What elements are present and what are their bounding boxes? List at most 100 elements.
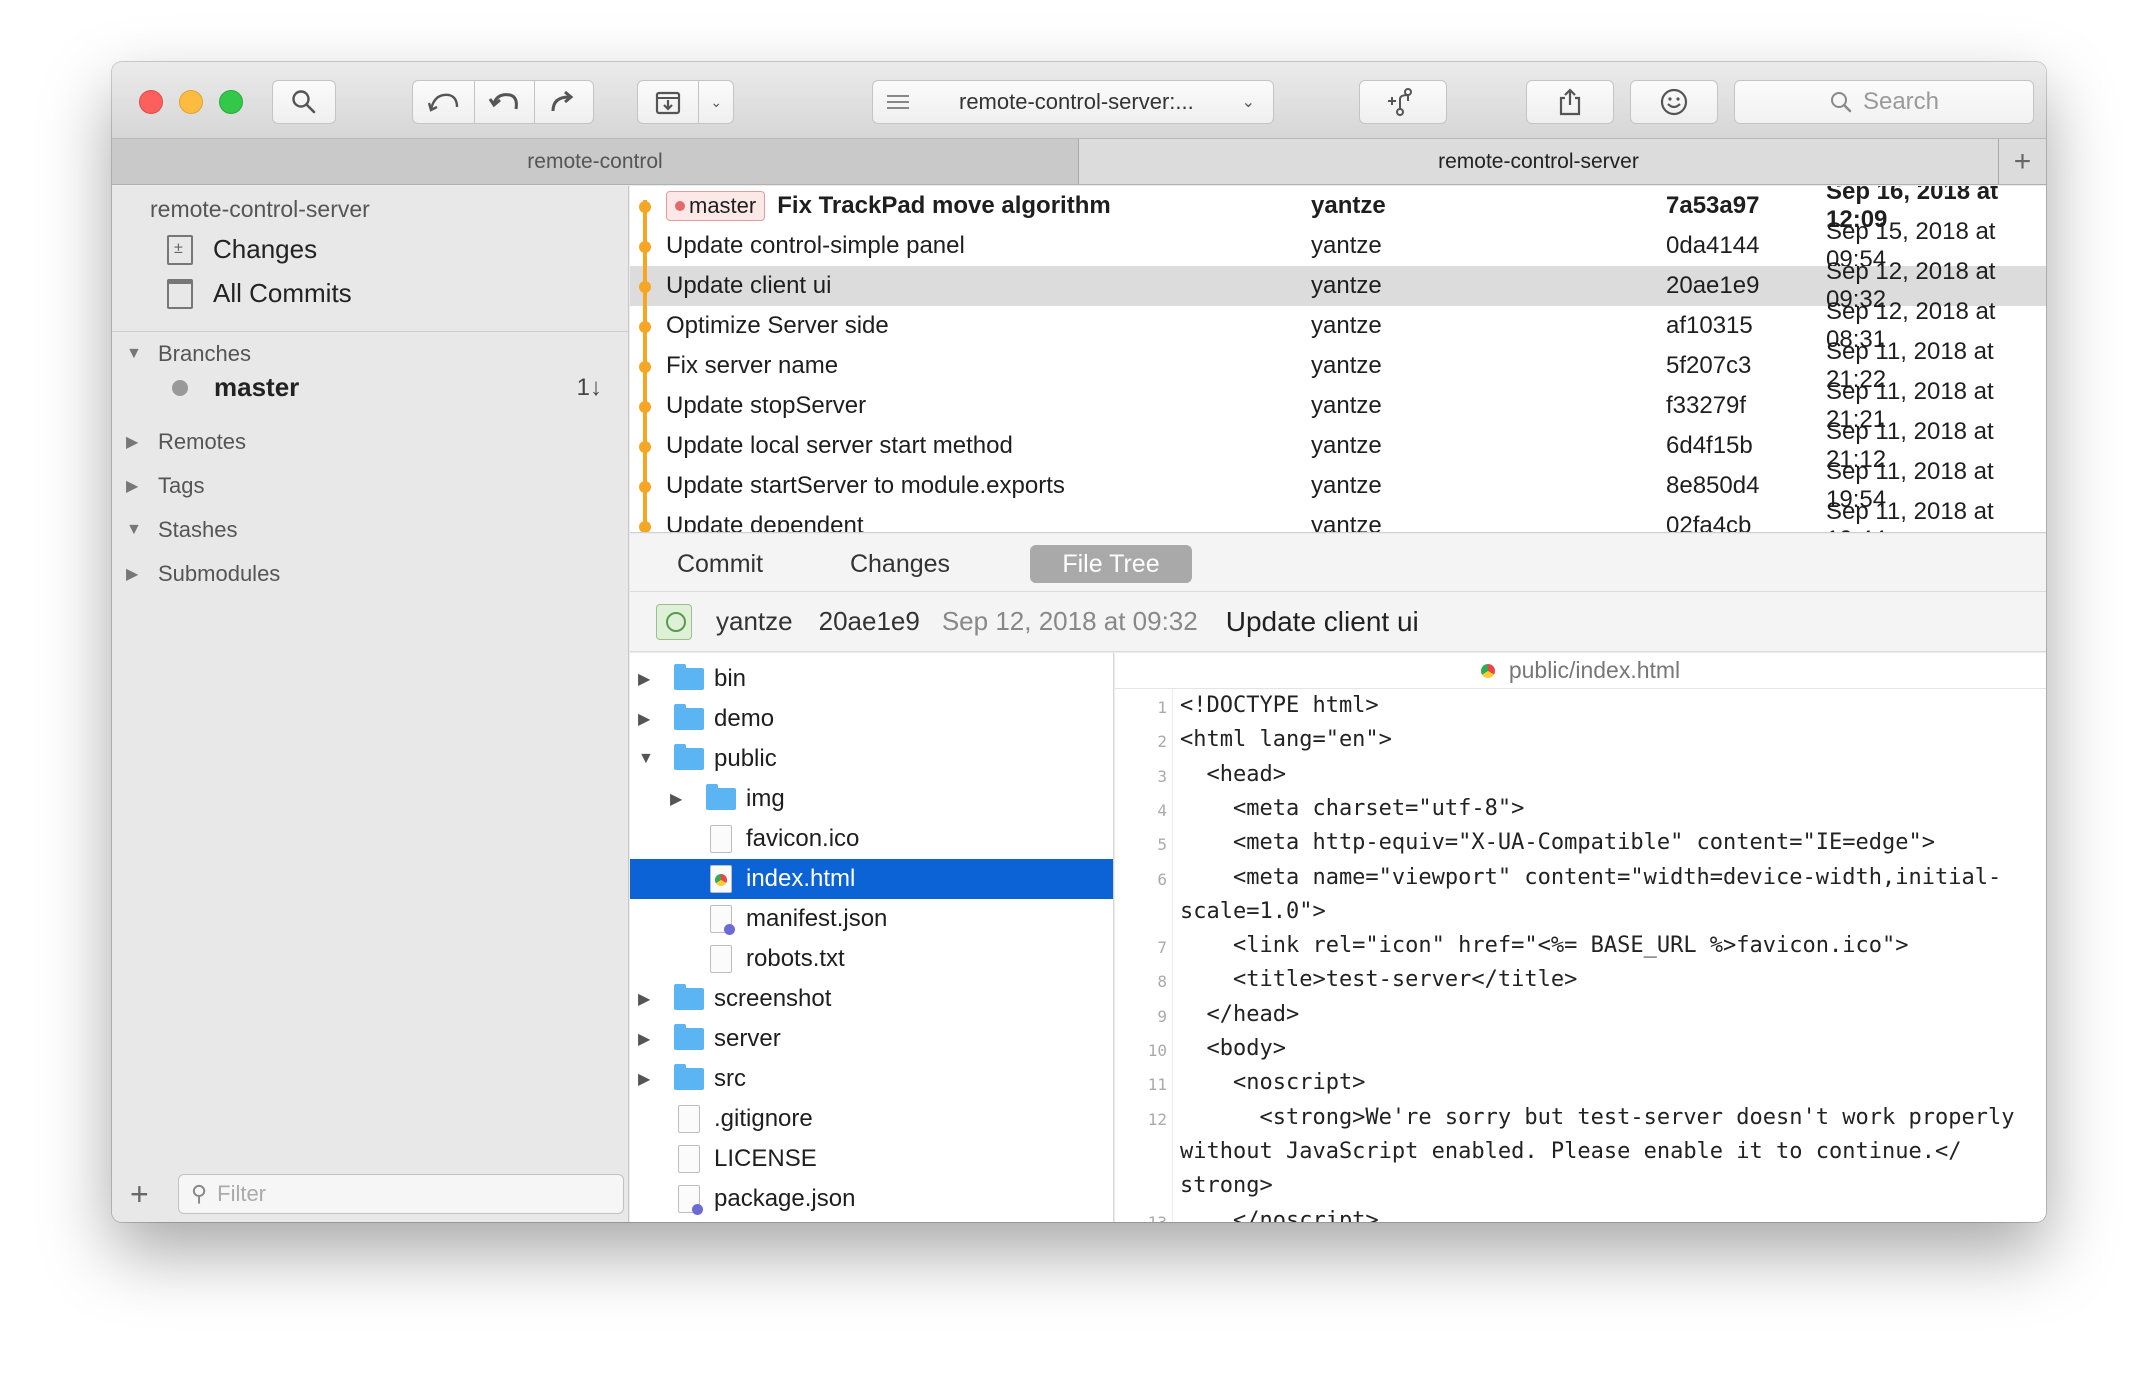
app-window: ⌄ remote-control-server:... ⌄ Search rem… [112,62,2046,1222]
filter-placeholder: Filter [217,1181,267,1206]
tab-changes[interactable]: Changes [830,545,970,583]
commit-message: Update control-simple panel [666,232,965,259]
sync-button-group [412,80,594,124]
branch-button[interactable] [1359,80,1447,124]
tree-item-label: screenshot [714,985,832,1012]
add-button[interactable]: + [130,1176,170,1213]
fetch-icon [427,93,458,112]
tree-item-label: robots.txt [746,945,845,972]
stash-button[interactable] [638,81,700,123]
tree-folder-bin[interactable]: ▶ bin [630,659,1113,699]
commit-summary: yantze 20ae1e9 Sep 12, 2018 at 09:32 Upd… [630,592,2046,652]
disclosure-collapsed-icon: ▶ [126,478,139,495]
push-button[interactable] [535,81,593,123]
disclosure-collapsed-icon: ▶ [126,434,139,451]
sidebar-item-label: All Commits [213,278,352,308]
code-text: <meta name="viewport" content="width=dev… [1180,864,2002,890]
tab-label: remote-control [527,149,663,173]
search-icon [1830,92,1852,113]
line-number: 7 [1157,938,1167,958]
tree-folder-demo[interactable]: ▶ demo [630,699,1113,739]
graph-node [639,521,651,532]
commit-message: Update startServer to module.exports [666,472,1065,499]
tab-commit[interactable]: Commit [660,545,780,583]
sidebar-branch-master[interactable]: master 1↓ [172,372,602,403]
tree-file-favicon[interactable]: favicon.ico [630,819,1113,859]
search-input[interactable]: Search [1734,80,2034,124]
divider [112,331,628,332]
tree-item-label: demo [714,705,775,732]
file-icon [710,945,732,973]
code-text: <head> [1180,761,1286,787]
repository-selector[interactable]: remote-control-server:... ⌄ [872,80,1274,124]
folder-icon [674,664,704,690]
tab-bar: remote-control remote-control-server + [112,139,2046,185]
sidebar-item-all-commits[interactable]: All Commits [167,278,352,309]
sidebar-section-submodules[interactable]: ▶ Submodules [126,561,280,587]
tree-folder-public[interactable]: ▼ public [630,739,1113,779]
sidebar-section-remotes[interactable]: ▶ Remotes [126,429,246,455]
code-text: <link rel="icon" href="<%= BASE_URL %>fa… [1180,933,1909,959]
section-label: Submodules [158,561,281,586]
tab-remote-control[interactable]: remote-control [112,139,1079,184]
commit-hash: f33279f [1666,392,1747,419]
fetch-button[interactable] [413,81,475,123]
tree-folder-img[interactable]: ▶ img [630,779,1113,819]
sidebar-item-changes[interactable]: ± Changes [167,234,317,265]
tree-file-gitignore[interactable]: .gitignore [630,1099,1113,1139]
file-icon [678,1105,700,1133]
search-icon [292,90,316,114]
zoom-window-button[interactable] [219,90,243,114]
line-number: 4 [1157,800,1167,820]
close-window-button[interactable] [139,90,163,114]
tree-folder-screenshot[interactable]: ▶ screenshot [630,979,1113,1019]
file-tree: ▶ bin ▶ demo ▼ public ▶ img favicon.ico … [630,653,1114,1222]
sidebar-section-branches[interactable]: ▼ Branches [126,341,251,367]
line-number: 6 [1157,869,1167,889]
commit-hash: 8e850d4 [1666,472,1760,499]
commit-date: Sep 11, 2018 at 19:44 [1826,498,1994,532]
emoji-button[interactable] [1630,80,1718,124]
commit-author: yantze [1311,512,1382,533]
file-icon [678,1145,700,1173]
tree-file-license[interactable]: LICENSE [630,1139,1113,1179]
toolbar: ⌄ remote-control-server:... ⌄ Search [112,62,2046,139]
tree-file-robots[interactable]: robots.txt [630,939,1113,979]
branch-name: master [214,372,300,402]
section-label: Tags [158,473,205,498]
branch-icon [1388,88,1412,116]
section-label: Branches [158,341,251,366]
commit-message: Fix TrackPad move algorithm [777,192,1111,219]
tree-item-label: package.json [714,1185,856,1212]
chevron-down-icon: ⌄ [710,93,723,110]
tree-file-package-json[interactable]: package.json [630,1179,1113,1219]
line-number: 8 [1157,972,1167,992]
graph-node [639,441,651,453]
tree-folder-server[interactable]: ▶ server [630,1019,1113,1059]
stash-dropdown-button[interactable]: ⌄ [699,81,733,123]
code-file-path: public/index.html [1508,657,1681,683]
line-number: 13 [1147,1212,1167,1223]
json-file-icon [710,905,735,935]
pull-icon [488,93,518,110]
commit-row[interactable]: Update dependent yantze 02fa4cb Sep 11, … [630,498,2046,533]
code-file-header: public/index.html [1115,653,2046,689]
filter-input[interactable]: ⚲ Filter [178,1174,624,1214]
sidebar-section-stashes[interactable]: ▼ Stashes [126,517,238,543]
tree-file-index-html[interactable]: index.html [630,859,1113,899]
tree-folder-src[interactable]: ▶ src [630,1059,1113,1099]
search-toolbar-button[interactable] [272,80,336,124]
plus-icon: + [2013,144,2032,178]
line-number: 12 [1147,1109,1167,1129]
repository-selector-label: remote-control-server:... [959,89,1194,114]
summary-message: Update client ui [1225,605,1419,637]
share-button[interactable] [1526,80,1614,124]
pull-button[interactable] [475,81,535,123]
add-tab-button[interactable]: + [1998,139,2046,184]
commit-author: yantze [1311,432,1382,459]
tab-remote-control-server[interactable]: remote-control-server [1079,139,1998,184]
tree-file-manifest[interactable]: manifest.json [630,899,1113,939]
tab-file-tree[interactable]: File Tree [1030,545,1192,583]
sidebar-section-tags[interactable]: ▶ Tags [126,473,204,499]
minimize-window-button[interactable] [179,90,203,114]
